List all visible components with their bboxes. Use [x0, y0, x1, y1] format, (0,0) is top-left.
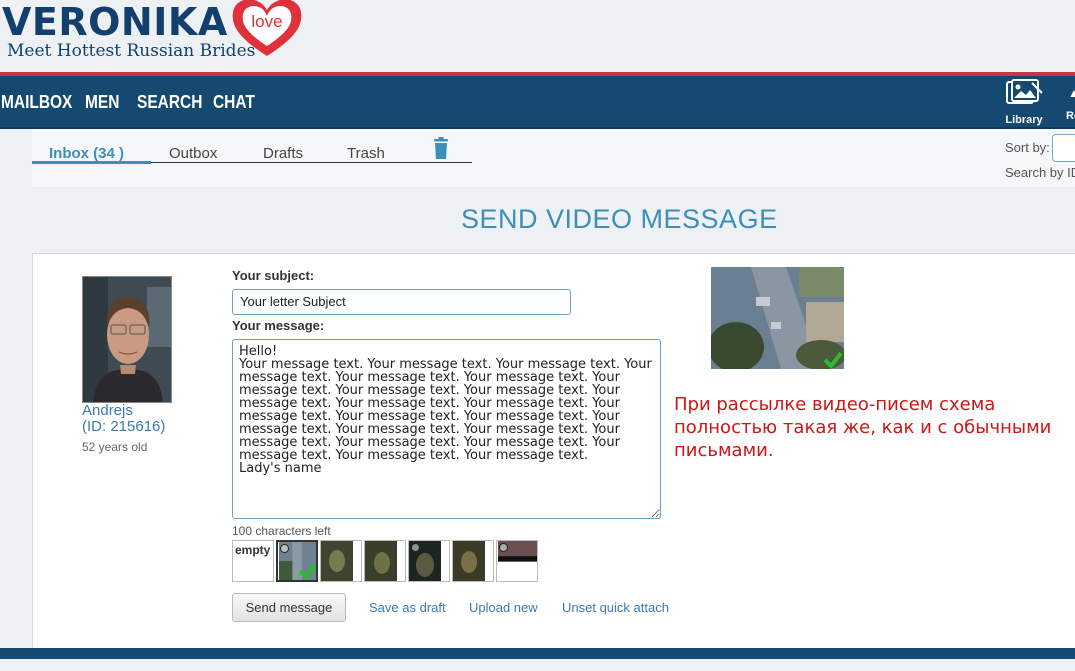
- zoom-icon[interactable]: [411, 543, 420, 552]
- tab-inbox[interactable]: Inbox (34 ): [49, 145, 124, 162]
- sort-select[interactable]: [1052, 134, 1075, 162]
- profile-age: 52 years old: [82, 440, 148, 454]
- extra-nav-label[interactable]: Re: [1066, 110, 1075, 122]
- library-image-icon: [1006, 79, 1043, 104]
- footer-bar: [0, 648, 1075, 659]
- page-title: SEND VIDEO MESSAGE: [461, 204, 778, 234]
- footer-strip: [0, 659, 1075, 671]
- main-nav: MAILBOX MEN SEARCH CHAT Library ▲ Re: [0, 76, 1075, 129]
- check-icon: [298, 562, 316, 580]
- extra-nav-icon: ▲: [1068, 86, 1075, 100]
- heart-logo-text: love: [251, 12, 282, 31]
- heart-logo-icon: love: [232, 0, 302, 56]
- attachment-empty-label: empty: [235, 543, 271, 557]
- tab-drafts[interactable]: Drafts: [263, 145, 303, 162]
- sort-label: Sort by:: [1005, 140, 1050, 155]
- profile-avatar: [83, 277, 171, 402]
- trash-can-icon[interactable]: [433, 137, 449, 160]
- profile-id: (ID: 215616): [82, 418, 166, 435]
- upload-new-link[interactable]: Upload new: [469, 600, 538, 615]
- annotation-note: При рассылке видео-писем схема полностью…: [674, 394, 1052, 461]
- characters-left: 100 characters left: [232, 524, 331, 538]
- search-by-id-label: Search by ID: [1005, 165, 1075, 180]
- zoom-icon[interactable]: [280, 544, 289, 553]
- save-draft-link[interactable]: Save as draft: [369, 600, 446, 615]
- nav-search[interactable]: SEARCH: [137, 92, 202, 113]
- tab-trash[interactable]: Trash: [347, 145, 385, 162]
- mail-tabs-bar: Inbox (34 ) Outbox Drafts Trash Sort by:…: [32, 129, 1075, 187]
- logo-tagline: Meet Hottest Russian Brides: [7, 41, 256, 61]
- library-button[interactable]: Library: [1003, 79, 1045, 126]
- video-thumbnail: [365, 541, 397, 581]
- message-label: Your message:: [232, 318, 325, 333]
- attachment-empty[interactable]: empty: [232, 540, 274, 582]
- subject-label: Your subject:: [232, 268, 315, 283]
- attachment-thumb[interactable]: [364, 540, 406, 582]
- check-icon: [823, 351, 843, 369]
- nav-men[interactable]: MEN: [85, 92, 119, 113]
- video-thumbnail: [453, 541, 485, 581]
- attachment-thumb[interactable]: [320, 540, 362, 582]
- tab-active-indicator: [32, 161, 151, 164]
- profile-photo[interactable]: [82, 276, 172, 403]
- send-message-button[interactable]: Send message: [232, 593, 346, 622]
- library-label: Library: [1005, 114, 1043, 126]
- tab-outbox[interactable]: Outbox: [169, 145, 217, 162]
- attachment-thumb[interactable]: [452, 540, 494, 582]
- video-thumbnail: [321, 541, 353, 581]
- site-header: VERONIKA Meet Hottest Russian Brides lov…: [0, 0, 1075, 72]
- message-textarea[interactable]: Hello! Your message text. Your message t…: [232, 339, 661, 519]
- video-preview[interactable]: [711, 267, 844, 369]
- nav-chat[interactable]: CHAT: [213, 92, 255, 113]
- subject-input[interactable]: Your letter Subject: [232, 289, 571, 315]
- logo-wordmark[interactable]: VERONIKA: [2, 0, 228, 44]
- attachment-thumb[interactable]: [408, 540, 450, 582]
- attachment-thumb[interactable]: [496, 540, 538, 582]
- zoom-icon[interactable]: [499, 543, 508, 552]
- profile-name[interactable]: Andrejs: [82, 402, 133, 419]
- nav-mailbox[interactable]: MAILBOX: [1, 92, 72, 113]
- attachment-thumb-selected[interactable]: [276, 540, 318, 582]
- unset-quick-attach-link[interactable]: Unset quick attach: [562, 600, 669, 615]
